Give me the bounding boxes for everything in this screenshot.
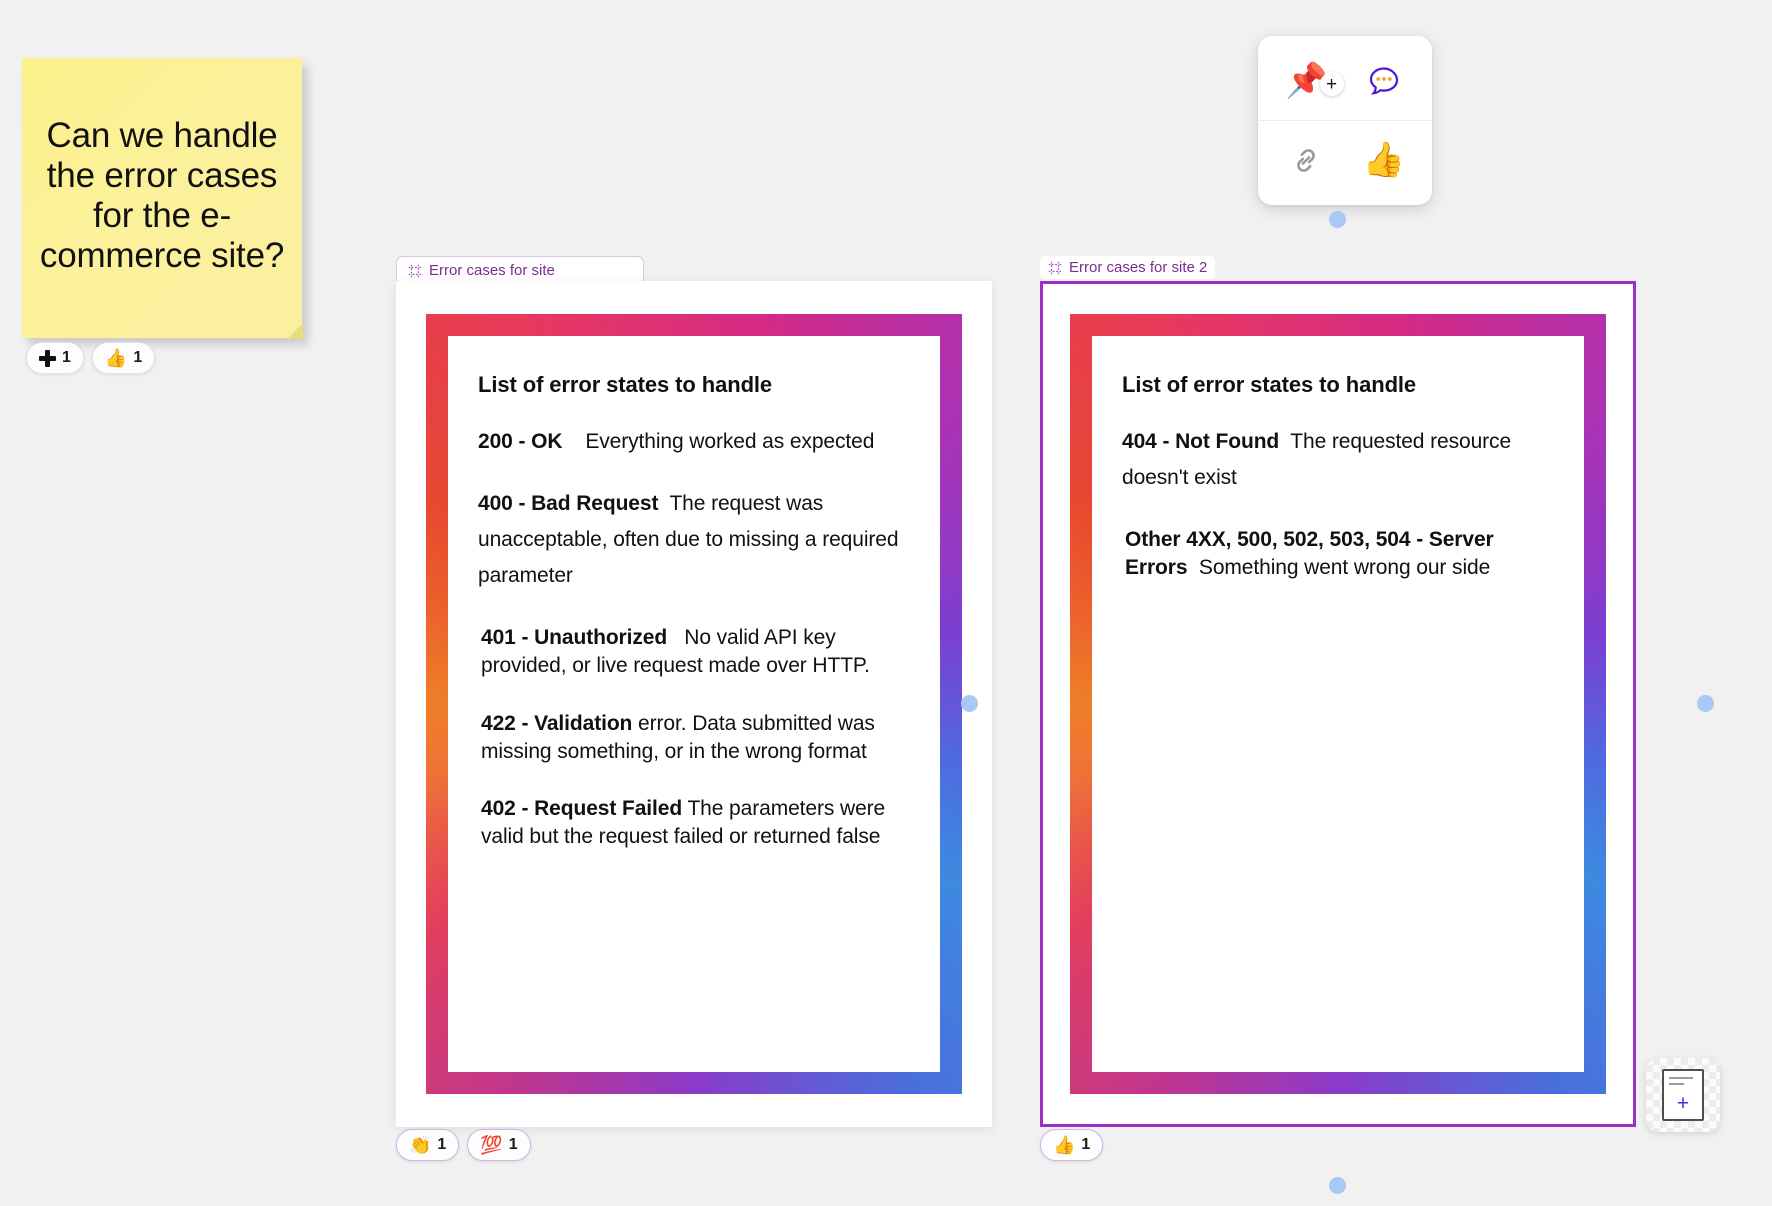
- sticky-note-text: Can we handle the error cases for the e-…: [39, 116, 285, 275]
- frame-2-bottom-handle[interactable]: [1329, 1177, 1346, 1194]
- hundred-points-icon: 💯: [480, 1135, 503, 1155]
- toolbar-row-top: 📌 +: [1258, 42, 1432, 120]
- thumbs-up-button[interactable]: 👍: [1355, 131, 1413, 189]
- thumbs-up-icon: 👍: [1362, 141, 1405, 179]
- reaction-count: 1: [133, 349, 143, 366]
- error-entry: 402 - Request Failed The parameters were…: [478, 795, 910, 850]
- frame-error-cases-for-site-2[interactable]: List of error states to handle 404 - Not…: [1040, 281, 1636, 1127]
- frame-label-text: Error cases for site 2: [1069, 259, 1208, 276]
- document-line: [1669, 1083, 1684, 1085]
- toolbar-row-bottom: 👍: [1258, 120, 1432, 199]
- sticky-note-reactions: 1 👍 1: [26, 342, 156, 374]
- frame-2-reactions: 👍 1: [1040, 1129, 1104, 1161]
- reaction-count: 1: [437, 1136, 447, 1153]
- reaction-count: 1: [62, 349, 71, 366]
- add-page-button[interactable]: +: [1646, 1058, 1720, 1132]
- frame-label-text: Error cases for site: [429, 262, 555, 279]
- reaction-count: 1: [508, 1136, 518, 1153]
- error-entry: Other 4XX, 500, 502, 503, 504 - Server E…: [1122, 526, 1554, 581]
- sticky-note-group: Can we handle the error cases for the e-…: [22, 58, 303, 339]
- frame-icon: [408, 264, 422, 277]
- error-code: 402 - Request Failed: [481, 797, 683, 821]
- error-entry: 401 - Unauthorized No valid API key prov…: [478, 624, 910, 679]
- floating-action-toolbar[interactable]: 📌 + 👍: [1258, 36, 1432, 205]
- error-entry: 422 - Validation error. Data submitted w…: [478, 710, 910, 765]
- sticky-note[interactable]: Can we handle the error cases for the e-…: [22, 58, 303, 339]
- connector-handle-top[interactable]: [1329, 211, 1346, 228]
- link-icon: [1297, 149, 1316, 172]
- frame-icon: [1048, 261, 1062, 274]
- reaction-plus[interactable]: 1: [26, 342, 84, 374]
- error-code: 404 - Not Found: [1122, 430, 1280, 453]
- plus-icon: [39, 349, 56, 367]
- frame-1-right-handle[interactable]: [961, 695, 978, 712]
- document-card-1[interactable]: List of error states to handle 200 - OK …: [426, 314, 962, 1094]
- document-heading: List of error states to handle: [1122, 372, 1417, 397]
- thumbs-up-icon: 👍: [1053, 1135, 1076, 1155]
- plus-icon: +: [1676, 1092, 1690, 1115]
- clapping-hands-icon: 👏: [409, 1135, 432, 1155]
- reaction-hundred-points[interactable]: 💯 1: [467, 1129, 531, 1161]
- frame-1-reactions: 👏 1 💯 1: [396, 1129, 531, 1161]
- document-line: [1669, 1077, 1693, 1079]
- plus-badge-icon: +: [1319, 72, 1344, 96]
- comment-bubble-icon: [1369, 67, 1398, 95]
- comment-button[interactable]: [1355, 52, 1413, 110]
- error-desc: Something went wrong our side: [1198, 555, 1491, 579]
- pushpin-add-icon: 📌 +: [1285, 64, 1344, 98]
- copy-link-button[interactable]: [1277, 131, 1335, 189]
- thumbs-up-icon: 👍: [104, 348, 128, 368]
- document-card-2[interactable]: List of error states to handle 404 - Not…: [1070, 314, 1606, 1094]
- error-code: 400 - Bad Request: [478, 492, 659, 516]
- reaction-clapping-hands[interactable]: 👏 1: [396, 1129, 460, 1161]
- frame-label-error-cases-for-site-2[interactable]: Error cases for site 2: [1040, 256, 1216, 279]
- frame-error-cases-for-site[interactable]: List of error states to handle 200 - OK …: [396, 281, 992, 1127]
- document-content-1: List of error states to handle 200 - OK …: [448, 336, 940, 1072]
- reaction-thumbs-up[interactable]: 👍 1: [1040, 1129, 1104, 1161]
- error-entry: 400 - Bad Request The request was unacce…: [478, 486, 910, 594]
- error-desc: Everything worked as expected: [585, 430, 875, 453]
- frame-2-right-handle[interactable]: [1697, 695, 1714, 712]
- error-code: 422 - Validation: [481, 711, 633, 735]
- error-entry: 200 - OK Everything worked as expected: [478, 424, 910, 460]
- add-document-icon: +: [1662, 1069, 1704, 1121]
- document-heading: List of error states to handle: [478, 372, 773, 397]
- error-entry: 404 - Not Found The requested resource d…: [1122, 424, 1554, 496]
- reaction-count: 1: [1081, 1136, 1091, 1153]
- reaction-thumbs-up[interactable]: 👍 1: [91, 342, 156, 374]
- error-code: 200 - OK: [478, 430, 563, 453]
- whiteboard-canvas[interactable]: Can we handle the error cases for the e-…: [0, 0, 1772, 1206]
- error-code: 401 - Unauthorized: [481, 626, 668, 650]
- document-content-2: List of error states to handle 404 - Not…: [1092, 336, 1584, 1072]
- add-pin-button[interactable]: 📌 +: [1277, 52, 1344, 110]
